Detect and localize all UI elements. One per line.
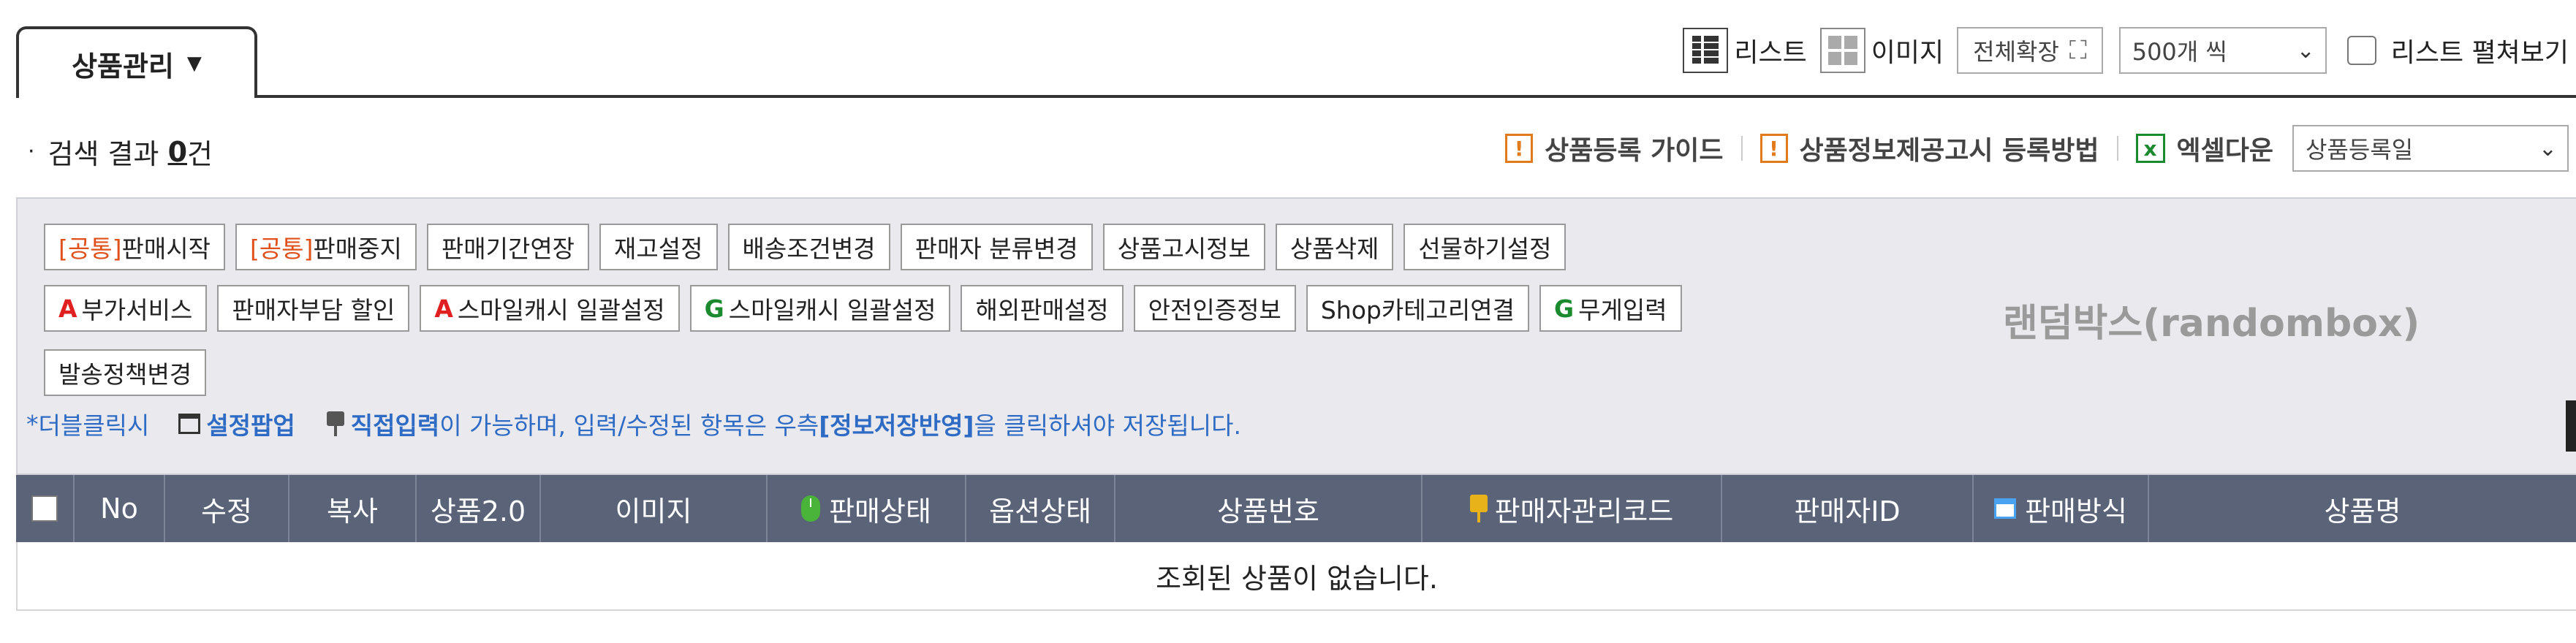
gift-setting-button[interactable]: 선물하기설정: [1403, 224, 1567, 270]
column-header[interactable]: 상품명: [2149, 475, 2576, 542]
column-header[interactable]: 상품번호: [1115, 475, 1423, 542]
page-size-select[interactable]: 500개 씩 ⌄: [2118, 27, 2327, 74]
seller-category-button[interactable]: 판매자 분류변경: [900, 224, 1093, 270]
weight-input-button[interactable]: G 무게입력: [1539, 285, 1682, 332]
sort-select[interactable]: 상품등록일 ⌄: [2292, 125, 2569, 172]
caret-down-icon: ▼: [186, 53, 202, 75]
product-notice-button[interactable]: 상품고시정보: [1102, 224, 1265, 270]
list-view-label: 리스트: [1734, 38, 1807, 68]
mouse-icon: [801, 495, 821, 522]
column-header[interactable]: 상품2.0: [417, 475, 541, 542]
result-suffix: 건: [187, 138, 213, 170]
tab-product-management[interactable]: 상품관리 ▼: [16, 26, 257, 98]
delete-product-button[interactable]: 상품삭제: [1275, 224, 1394, 270]
column-header-seller-code[interactable]: 판매자관리코드: [1423, 475, 1722, 542]
sort-value: 상품등록일: [2306, 136, 2414, 164]
column-header[interactable]: 복사: [289, 475, 417, 542]
list-view-icon: [1683, 28, 1729, 73]
divider: [1740, 136, 1743, 161]
start-sale-button[interactable]: [공통] 판매시작: [44, 224, 225, 270]
smilecash-g-button[interactable]: G 스마일캐시 일괄설정: [689, 285, 951, 332]
column-header[interactable]: No: [75, 475, 165, 542]
scroll-handle[interactable]: [2566, 400, 2576, 452]
notice-guide-link[interactable]: ! 상품정보제공고시 등록방법: [1759, 129, 2099, 167]
grid-view-icon: [1819, 28, 1865, 73]
popup-window-icon: [178, 414, 201, 434]
column-header[interactable]: 옵션상태: [966, 475, 1115, 542]
spread-list-checkbox[interactable]: [2346, 36, 2376, 65]
spread-list-toggle[interactable]: 리스트 펼쳐보기: [2346, 31, 2569, 69]
chevron-down-icon: ⌄: [2538, 135, 2557, 161]
tab-label: 상품관리: [72, 50, 174, 83]
search-result-count: · 검색 결과 0 건: [28, 132, 213, 172]
empty-table-message: 조회된 상품이 없습니다.: [16, 542, 2576, 611]
warning-icon: !: [1759, 134, 1788, 163]
result-prefix: 검색 결과: [48, 138, 159, 170]
expand-all-button[interactable]: 전체확장 ⛶: [1957, 27, 2103, 74]
expand-all-label: 전체확장: [1973, 38, 2059, 66]
warning-icon: !: [1505, 134, 1534, 163]
select-all-checkbox[interactable]: [31, 495, 58, 522]
spread-list-label: 리스트 펼쳐보기: [2390, 38, 2569, 68]
view-toolbar: 리스트 이미지 전체확장 ⛶ 500개 씩 ⌄ 리스트 펼쳐보기: [1683, 25, 2569, 76]
chevron-down-icon: ⌄: [2296, 37, 2315, 64]
dispatch-policy-button[interactable]: 발송정책변경: [44, 349, 207, 396]
column-header-sale-method[interactable]: 판매방식: [1974, 475, 2149, 542]
stock-setting-button[interactable]: 재고설정: [599, 224, 718, 270]
seller-discount-button[interactable]: 판매자부담 할인: [217, 285, 410, 332]
safety-cert-button[interactable]: 안전인증정보: [1133, 285, 1296, 332]
action-row-1: [공통] 판매시작 [공통] 판매중지 판매기간연장 재고설정 배송조건변경 판매자…: [44, 224, 1567, 270]
stop-sale-button[interactable]: [공통] 판매중지: [235, 224, 417, 270]
expand-icon: ⛶: [2069, 36, 2087, 65]
column-header[interactable]: 수정: [165, 475, 289, 542]
overseas-sale-button[interactable]: 해외판매설정: [961, 285, 1124, 332]
smilecash-a-button[interactable]: A 스마일캐시 일괄설정: [420, 285, 680, 332]
select-all-cell: [16, 475, 75, 542]
bullet-icon: ·: [28, 139, 35, 164]
registration-guide-link[interactable]: ! 상품등록 가이드: [1505, 129, 1724, 167]
shop-category-button[interactable]: Shop카테고리연결: [1306, 285, 1529, 332]
tab-underline: [257, 95, 2576, 98]
image-view-button[interactable]: 이미지: [1819, 28, 1944, 73]
pin-icon: [1469, 495, 1488, 522]
column-header[interactable]: 판매자ID: [1722, 475, 1974, 542]
action-row-3: 발송정책변경: [44, 349, 207, 396]
pin-icon: [325, 411, 346, 436]
image-view-label: 이미지: [1871, 38, 1944, 68]
list-view-button[interactable]: 리스트: [1683, 28, 1807, 73]
popup-window-icon: [1994, 498, 2017, 519]
shipping-change-button[interactable]: 배송조건변경: [727, 224, 890, 270]
column-header-sale-status[interactable]: 판매상태: [768, 475, 966, 542]
column-header[interactable]: 이미지: [541, 475, 768, 542]
store-watermark: 랜덤박스(randombox): [2003, 302, 2420, 346]
registration-guide-label: 상품등록 가이드: [1545, 136, 1724, 166]
addon-service-button[interactable]: A 부가서비스: [44, 285, 208, 332]
table-header: No 수정 복사 상품2.0 이미지 판매상태 옵션상태 상품번호 판매자관리코…: [16, 475, 2576, 542]
page-size-value: 500개 씩: [2132, 38, 2227, 66]
notice-guide-label: 상품정보제공고시 등록방법: [1799, 136, 2099, 166]
result-count[interactable]: 0: [168, 136, 187, 168]
excel-download-label: 엑셀다운: [2176, 136, 2273, 166]
excel-icon: x: [2135, 134, 2165, 163]
divider: [2116, 136, 2118, 161]
guide-links: ! 상품등록 가이드 ! 상품정보제공고시 등록방법 x 엑셀다운 상품등록일 …: [1505, 124, 2569, 172]
help-text: * 더블클릭시 설정팝업 직접입력 이 가능하며, 입력/수정된 항목은 우측 [정…: [26, 409, 1241, 441]
extend-period-button[interactable]: 판매기간연장: [426, 224, 590, 270]
excel-download-link[interactable]: x 엑셀다운: [2135, 129, 2273, 167]
action-row-2: A 부가서비스 판매자부담 할인 A 스마일캐시 일괄설정 G 스마일캐시 일괄설정 …: [44, 285, 1682, 332]
